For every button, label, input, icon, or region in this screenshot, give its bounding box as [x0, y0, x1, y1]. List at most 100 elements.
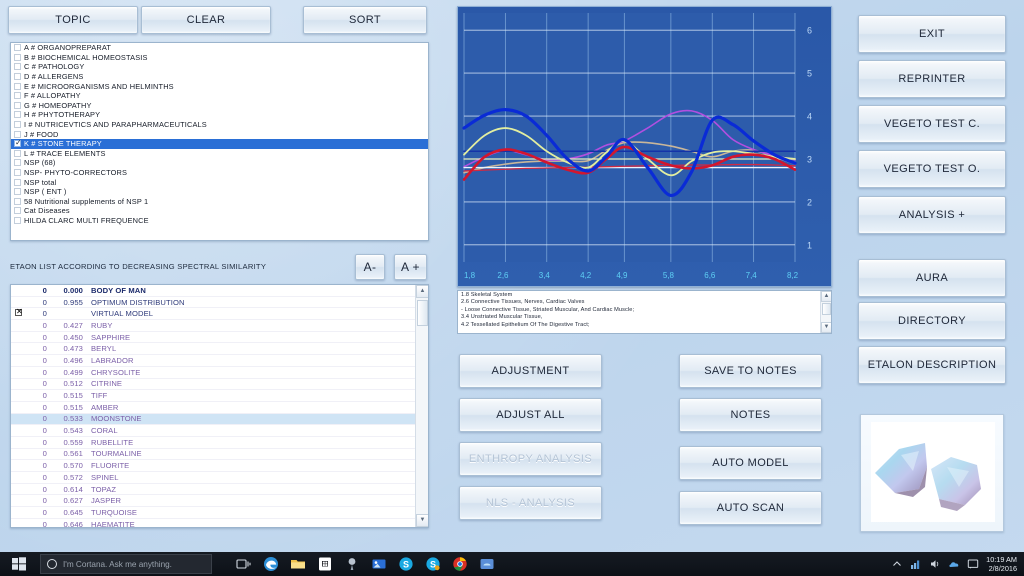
- topic-checkbox[interactable]: [14, 102, 21, 109]
- analysis-plus-button[interactable]: ANALYSIS +: [858, 196, 1006, 234]
- start-button[interactable]: [0, 552, 38, 576]
- topic-list-item[interactable]: NSP (68): [11, 158, 428, 168]
- scrollbar-thumb[interactable]: [417, 300, 428, 326]
- etalon-list-scrollbar[interactable]: ▲ ▼: [415, 285, 428, 527]
- topic-list-item[interactable]: L # TRACE ELEMENTS: [11, 149, 428, 159]
- adjust-all-button[interactable]: ADJUST ALL: [459, 398, 602, 432]
- action-center-icon[interactable]: [967, 558, 979, 570]
- topic-list-item[interactable]: Cat Diseases: [11, 206, 428, 216]
- pin-icon[interactable]: [344, 556, 360, 572]
- topic-list-item[interactable]: E # MICROORGANISMS AND HELMINTHS: [11, 81, 428, 91]
- topic-checkbox[interactable]: [14, 150, 21, 157]
- topic-list[interactable]: A # ORGANOPREPARATB # BIOCHEMICAL HOMEOS…: [10, 42, 429, 241]
- topic-button[interactable]: TOPIC: [8, 6, 138, 34]
- topic-list-item[interactable]: A # ORGANOPREPARAT: [11, 43, 428, 53]
- etalon-row[interactable]: 00.515TIFF: [11, 390, 415, 402]
- etalon-row[interactable]: 00.645TURQUOISE: [11, 507, 415, 519]
- onedrive-icon[interactable]: [948, 558, 960, 570]
- etalon-row[interactable]: 00.614TOPAZ: [11, 484, 415, 496]
- etalon-row[interactable]: 00.515AMBER: [11, 402, 415, 414]
- scroll-down-icon[interactable]: ▼: [821, 322, 832, 333]
- etalon-row[interactable]: 0VIRTUAL MODEL: [11, 308, 415, 320]
- etalon-row[interactable]: 00.427RUBY: [11, 320, 415, 332]
- vegeto-test-c-button[interactable]: VEGETO TEST C.: [858, 105, 1006, 143]
- topic-list-item[interactable]: H # PHYTOTHERAPY: [11, 110, 428, 120]
- network-icon[interactable]: [910, 558, 922, 570]
- etalon-row[interactable]: 00.543CORAL: [11, 425, 415, 437]
- topic-checkbox[interactable]: [14, 140, 21, 147]
- spectrum-chart[interactable]: 1234561,82,63,44,24,95,86,67,48,2: [457, 6, 832, 287]
- topic-list-item[interactable]: J # FOOD: [11, 129, 428, 139]
- topic-checkbox[interactable]: [14, 217, 21, 224]
- font-decrease-button[interactable]: A-: [355, 254, 385, 280]
- topic-list-item[interactable]: B # BIOCHEMICAL HOMEOSTASIS: [11, 53, 428, 63]
- topic-list-item[interactable]: D # ALLERGENS: [11, 72, 428, 82]
- topic-list-item[interactable]: 58 Nutritional supplements of NSP 1: [11, 197, 428, 207]
- vegeto-test-o-button[interactable]: VEGETO TEST O.: [858, 150, 1006, 188]
- aura-button[interactable]: AURA: [858, 259, 1006, 297]
- etalon-list[interactable]: 00.000BODY OF MAN00.955OPTIMUM DISTRIBUT…: [10, 284, 429, 528]
- topic-list-item[interactable]: NSP ( ENT ): [11, 187, 428, 197]
- directory-button[interactable]: DIRECTORY: [858, 302, 1006, 340]
- cortana-search-box[interactable]: I'm Cortana. Ask me anything.: [40, 554, 212, 574]
- topic-list-item[interactable]: NSP total: [11, 177, 428, 187]
- etalon-row[interactable]: 00.570FLUORITE: [11, 460, 415, 472]
- topic-checkbox[interactable]: [14, 73, 21, 80]
- photos-icon[interactable]: [371, 556, 387, 572]
- topic-list-item[interactable]: I # NUTRICEVTICS AND PARAPHARMACEUTICALS: [11, 120, 428, 130]
- task-view-icon[interactable]: [236, 556, 252, 572]
- topic-list-item[interactable]: C # PATHOLOGY: [11, 62, 428, 72]
- etalon-row[interactable]: 00.450SAPPHIRE: [11, 332, 415, 344]
- etalon-row-checkbox[interactable]: [11, 309, 25, 318]
- scroll-up-icon[interactable]: ▲: [821, 291, 832, 302]
- store-icon[interactable]: [317, 556, 333, 572]
- topic-checkbox[interactable]: [14, 188, 21, 195]
- auto-scan-button[interactable]: AUTO SCAN: [679, 491, 822, 525]
- topic-list-item[interactable]: G # HOMEOPATHY: [11, 101, 428, 111]
- topic-checkbox[interactable]: [14, 159, 21, 166]
- topic-checkbox[interactable]: [14, 169, 21, 176]
- sort-button[interactable]: SORT: [303, 6, 427, 34]
- exit-button[interactable]: EXIT: [858, 15, 1006, 53]
- skype-icon[interactable]: S: [425, 556, 441, 572]
- topic-checkbox[interactable]: [14, 179, 21, 186]
- organ-description-box[interactable]: 1.8 Skeletal System2.6 Connective Tissue…: [457, 290, 832, 334]
- topic-list-item[interactable]: HILDA CLARC MULTI FREQUENCE: [11, 216, 428, 226]
- topic-checkbox[interactable]: [14, 44, 21, 51]
- topic-checkbox[interactable]: [14, 121, 21, 128]
- topic-list-item[interactable]: K # STONE THERAPY: [11, 139, 428, 149]
- save-to-notes-button[interactable]: SAVE TO NOTES: [679, 354, 822, 388]
- windows-taskbar[interactable]: I'm Cortana. Ask me anything.: [0, 552, 1024, 576]
- etalon-row[interactable]: 00.512CITRINE: [11, 379, 415, 391]
- topic-list-item[interactable]: F # ALLOPATHY: [11, 91, 428, 101]
- etalon-row[interactable]: 00.955OPTIMUM DISTRIBUTION: [11, 297, 415, 309]
- topic-list-item[interactable]: NSP- PHYTO-CORRECTORS: [11, 168, 428, 178]
- reprinter-button[interactable]: REPRINTER: [858, 60, 1006, 98]
- adjustment-button[interactable]: ADJUSTMENT: [459, 354, 602, 388]
- etalon-row[interactable]: 00.646HAEMATITE: [11, 519, 415, 528]
- etalon-row[interactable]: 00.533MOONSTONE: [11, 414, 415, 426]
- topic-checkbox[interactable]: [14, 111, 21, 118]
- notes-button[interactable]: NOTES: [679, 398, 822, 432]
- topic-checkbox[interactable]: [14, 198, 21, 205]
- clear-button[interactable]: CLEAR: [141, 6, 271, 34]
- etalon-row[interactable]: 00.473BERYL: [11, 343, 415, 355]
- edge-icon[interactable]: [263, 556, 279, 572]
- volume-icon[interactable]: [929, 558, 941, 570]
- etalon-row[interactable]: 00.496LABRADOR: [11, 355, 415, 367]
- etalon-description-button[interactable]: ETALON DESCRIPTION: [858, 346, 1006, 384]
- scrollbar-thumb[interactable]: [822, 303, 831, 315]
- etalon-row[interactable]: 00.561TOURMALINE: [11, 449, 415, 461]
- etalon-row[interactable]: 00.499CHRYSOLITE: [11, 367, 415, 379]
- app-icon[interactable]: [479, 556, 495, 572]
- etalon-row[interactable]: 00.572SPINEL: [11, 472, 415, 484]
- topic-checkbox[interactable]: [14, 63, 21, 70]
- auto-model-button[interactable]: AUTO MODEL: [679, 446, 822, 480]
- topic-checkbox[interactable]: [14, 54, 21, 61]
- taskbar-clock[interactable]: 10:19 AM 2/8/2016: [986, 555, 1017, 573]
- topic-checkbox[interactable]: [14, 92, 21, 99]
- topic-checkbox[interactable]: [14, 83, 21, 90]
- topic-checkbox[interactable]: [14, 131, 21, 138]
- etalon-row[interactable]: 00.559RUBELLITE: [11, 437, 415, 449]
- scroll-down-icon[interactable]: ▼: [416, 514, 429, 527]
